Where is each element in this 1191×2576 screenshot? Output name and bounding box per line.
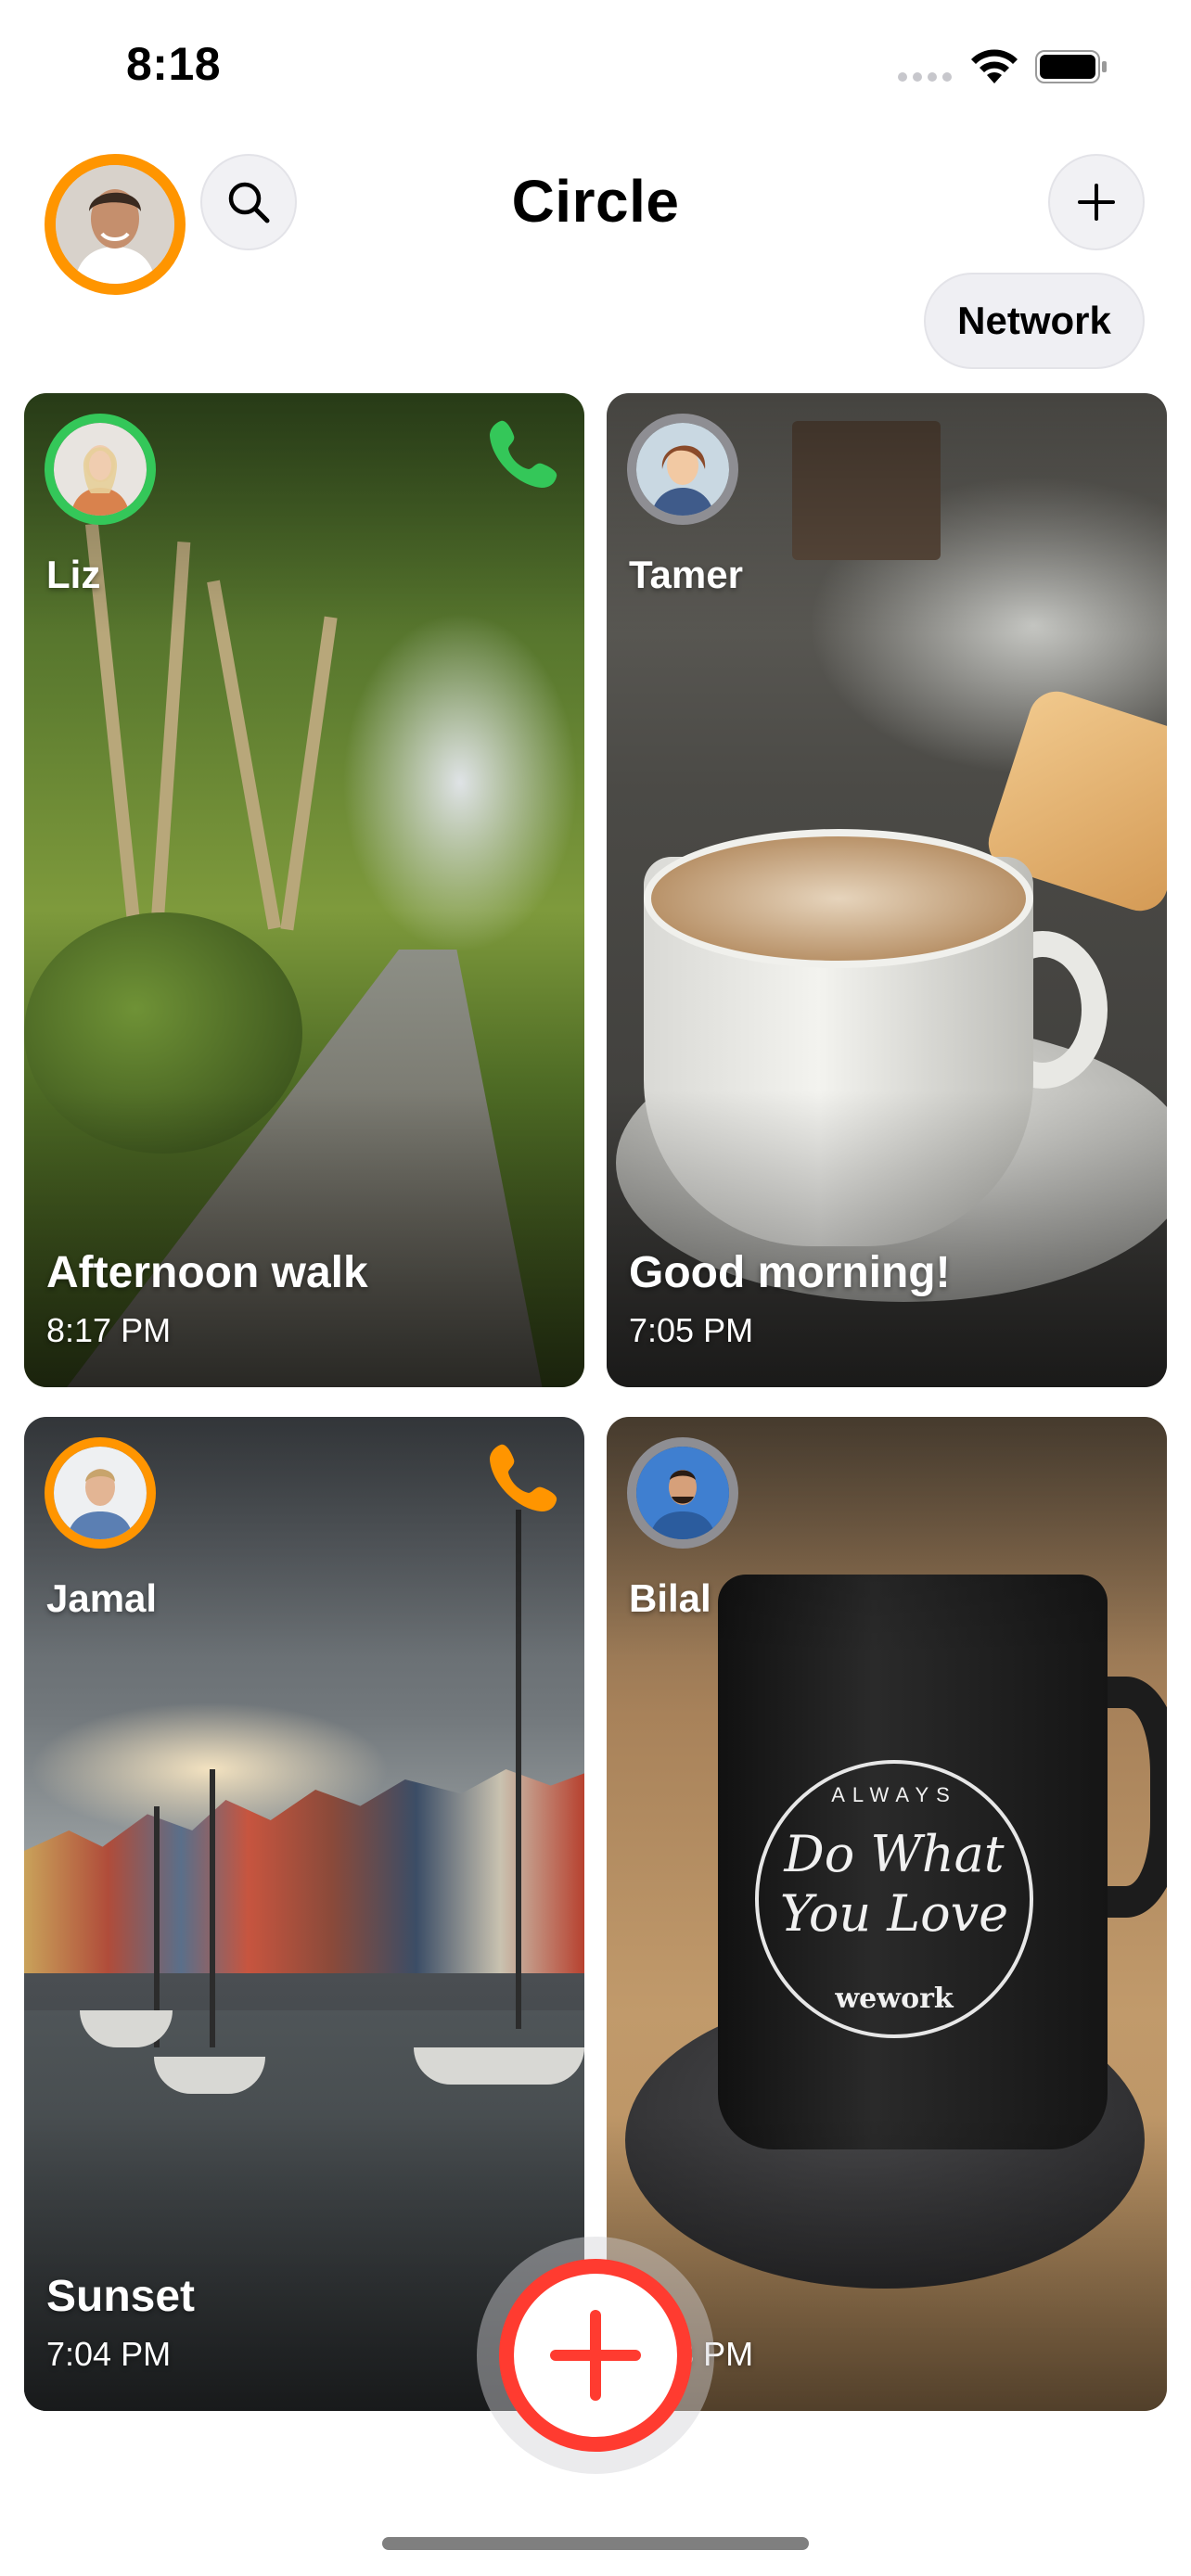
card-name: Jamal bbox=[46, 1576, 158, 1620]
card-avatar[interactable] bbox=[627, 414, 738, 525]
mug-text-brand: wework bbox=[835, 1983, 954, 2015]
card-avatar[interactable] bbox=[45, 1437, 156, 1549]
status-time: 8:18 bbox=[126, 38, 222, 90]
card-name: Tamer bbox=[629, 553, 743, 596]
card-time: 7:04 PM bbox=[46, 2335, 172, 2373]
card-avatar[interactable] bbox=[627, 1437, 738, 1549]
add-button[interactable] bbox=[1048, 154, 1145, 250]
moment-card-tamer[interactable]: Tamer Good morning! 7:05 PM bbox=[607, 393, 1167, 1387]
phone-icon[interactable] bbox=[484, 1437, 564, 1517]
cellular-signal-icon bbox=[898, 72, 952, 82]
plus-icon bbox=[550, 2310, 641, 2401]
card-caption: Sunset bbox=[46, 2272, 196, 2321]
plus-icon bbox=[1078, 184, 1115, 221]
moment-card-bilal[interactable]: ALWAYS Do What You Love wework Bilal 7:0… bbox=[607, 1417, 1167, 2411]
wifi-icon bbox=[971, 49, 1018, 83]
card-name: Liz bbox=[46, 553, 101, 596]
mug-text-always: ALWAYS bbox=[831, 1783, 957, 1806]
card-caption: Good morning! bbox=[629, 1248, 951, 1297]
card-time: 8:17 PM bbox=[46, 1311, 172, 1349]
card-name: Bilal bbox=[629, 1576, 711, 1620]
card-avatar[interactable] bbox=[45, 414, 156, 525]
home-indicator[interactable] bbox=[382, 2537, 809, 2550]
moment-card-jamal[interactable]: Jamal Sunset 7:04 PM bbox=[24, 1417, 584, 2411]
battery-icon bbox=[1035, 50, 1107, 83]
new-moment-button[interactable] bbox=[499, 2259, 692, 2452]
moment-card-liz[interactable]: Liz Afternoon walk 8:17 PM bbox=[24, 393, 584, 1387]
mug-text-slogan: Do What You Love bbox=[779, 1825, 1009, 1943]
page-title: Circle bbox=[511, 168, 680, 235]
card-caption: Afternoon walk bbox=[46, 1248, 368, 1297]
card-time: 7:05 PM bbox=[629, 1311, 754, 1349]
network-button[interactable]: Network bbox=[924, 273, 1145, 369]
phone-icon[interactable] bbox=[484, 414, 564, 493]
